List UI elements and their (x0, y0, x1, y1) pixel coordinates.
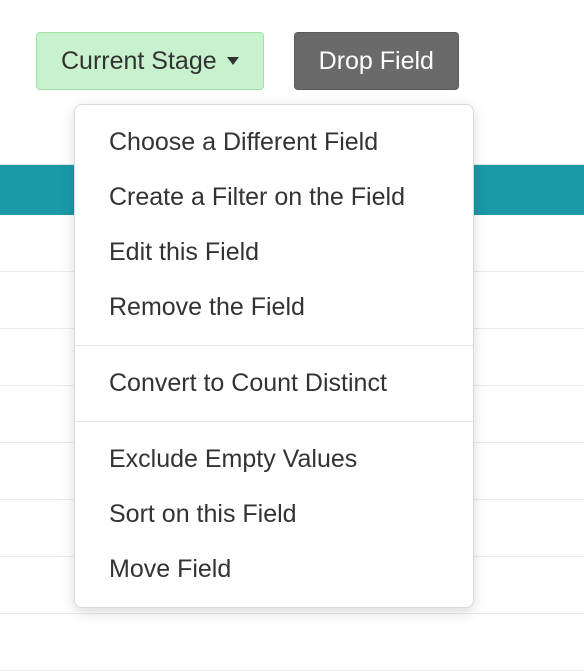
current-stage-label: Current Stage (61, 47, 217, 76)
field-context-menu: Choose a Different Field Create a Filter… (74, 104, 474, 608)
caret-down-icon (227, 57, 239, 65)
menu-item-create-filter[interactable]: Create a Filter on the Field (75, 170, 473, 225)
menu-item-edit-field[interactable]: Edit this Field (75, 225, 473, 280)
field-toolbar: Current Stage Drop Field (36, 32, 459, 90)
menu-item-sort-field[interactable]: Sort on this Field (75, 487, 473, 542)
menu-item-remove-field[interactable]: Remove the Field (75, 280, 473, 335)
menu-item-convert-count-distinct[interactable]: Convert to Count Distinct (75, 356, 473, 411)
menu-item-choose-different-field[interactable]: Choose a Different Field (75, 115, 473, 170)
menu-separator (75, 421, 473, 422)
menu-item-move-field[interactable]: Move Field (75, 542, 473, 597)
drop-field-button[interactable]: Drop Field (294, 32, 459, 90)
menu-item-exclude-empty[interactable]: Exclude Empty Values (75, 432, 473, 487)
drop-field-label: Drop Field (319, 47, 434, 76)
table-row (0, 614, 584, 671)
current-stage-button[interactable]: Current Stage (36, 32, 264, 90)
menu-separator (75, 345, 473, 346)
